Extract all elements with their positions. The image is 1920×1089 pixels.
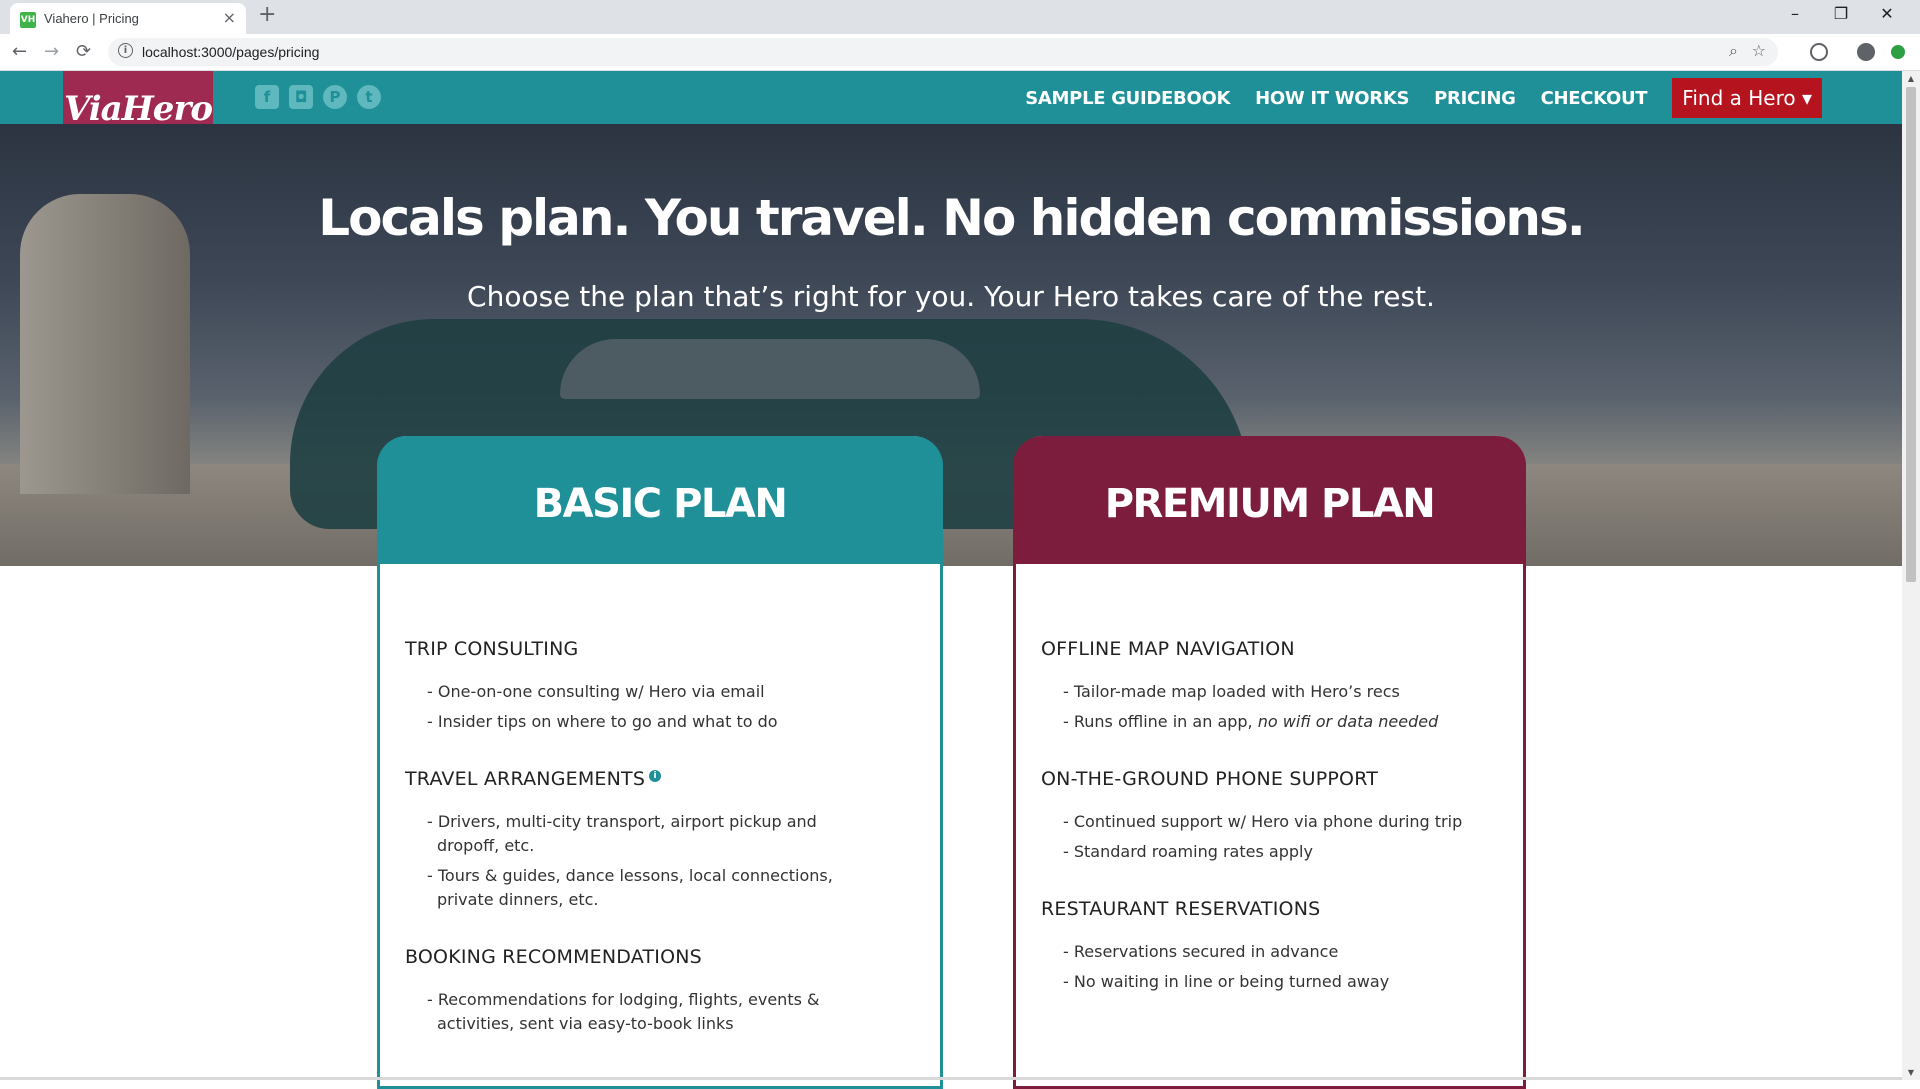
minimize-button[interactable]: – (1772, 0, 1818, 30)
restore-button[interactable]: ❐ (1818, 0, 1864, 30)
feature-item: - Drivers, multi-city transport, airport… (427, 812, 817, 855)
feature-item: - Runs offline in an app, no wifi or dat… (1063, 710, 1493, 734)
info-icon[interactable]: i (649, 769, 662, 782)
zoom-icon[interactable]: ⌕ (1729, 41, 1738, 61)
feature-booking-recommendations: BOOKING RECOMMENDATIONS - Recommendation… (405, 946, 915, 1036)
page-scrollbar[interactable]: ▲ ▼ (1902, 71, 1920, 1080)
feature-travel-arrangements: TRAVEL ARRANGEMENTS i - Drivers, multi-ci… (405, 768, 915, 912)
feature-title-row: TRAVEL ARRANGEMENTS i (405, 768, 915, 790)
hero-banner: Locals plan. You travel. No hidden commi… (0, 124, 1902, 566)
social-links: f ◘ P t (255, 85, 381, 109)
nav-pricing[interactable]: PRICING (1434, 88, 1516, 109)
scroll-thumb[interactable] (1906, 87, 1916, 582)
basic-plan-title: BASIC PLAN (377, 436, 943, 564)
premium-plan-card: PREMIUM PLAN OFFLINE MAP NAVIGATION - Ta… (1013, 436, 1526, 1089)
find-a-hero-button[interactable]: Find a Hero ▾ (1672, 78, 1822, 118)
feature-item: - Insider tips on where to go and what t… (427, 712, 778, 731)
feature-item: - Recommendations for lodging, flights, … (427, 990, 820, 1033)
nav-how-it-works[interactable]: HOW IT WORKS (1255, 88, 1409, 109)
tab-title: Viahero | Pricing (44, 11, 139, 26)
feature-trip-consulting: TRIP CONSULTING - One-on-one consulting … (405, 638, 915, 734)
twitter-icon[interactable]: t (357, 85, 381, 109)
main-nav: SAMPLE GUIDEBOOK HOW IT WORKS PRICING CH… (1000, 78, 1822, 118)
pinterest-icon[interactable]: P (323, 85, 347, 109)
feature-title: TRIP CONSULTING (405, 638, 579, 660)
feature-phone-support: ON-THE-GROUND PHONE SUPPORT - Continued … (1041, 768, 1498, 864)
window-controls: – ❐ ✕ (1772, 0, 1910, 30)
feature-title: OFFLINE MAP NAVIGATION (1041, 638, 1295, 660)
feature-item: - Standard roaming rates apply (1063, 842, 1313, 861)
feature-item-emphasis: no wifi or data needed (1257, 712, 1439, 731)
extension-icon[interactable] (1810, 43, 1828, 61)
address-bar[interactable]: i localhost:3000/pages/pricing ⌕ ☆ (108, 38, 1778, 66)
nav-checkout[interactable]: CHECKOUT (1541, 88, 1648, 109)
feature-restaurant-reservations: RESTAURANT RESERVATIONS - Reservations s… (1041, 898, 1498, 994)
feature-title: BOOKING RECOMMENDATIONS (405, 946, 702, 968)
profile-avatar-icon[interactable] (1857, 43, 1875, 61)
forward-button[interactable]: → (44, 41, 59, 62)
feature-item: - Tailor-made map loaded with Hero’s rec… (1063, 682, 1400, 701)
tab-close-icon[interactable]: × (223, 8, 236, 27)
feature-item: - Continued support w/ Hero via phone du… (1063, 812, 1463, 831)
feature-offline-map-navigation: OFFLINE MAP NAVIGATION - Tailor-made map… (1041, 638, 1498, 734)
premium-plan-features: OFFLINE MAP NAVIGATION - Tailor-made map… (1041, 638, 1498, 1028)
basic-plan-features: TRIP CONSULTING - One-on-one consulting … (405, 638, 915, 1070)
feature-item-text: - Runs offline in an app, (1063, 712, 1258, 731)
hero-title: Locals plan. You travel. No hidden commi… (318, 189, 1585, 247)
bookmark-star-icon[interactable]: ☆ (1752, 41, 1766, 60)
scroll-up-arrow-icon[interactable]: ▲ (1902, 74, 1920, 83)
update-icon[interactable] (1891, 45, 1905, 59)
reload-button[interactable]: ⟳ (76, 41, 91, 62)
hero-subtitle: Choose the plan that’s right for you. Yo… (467, 280, 1435, 313)
browser-tab[interactable]: VH Viahero | Pricing × (10, 3, 246, 34)
instagram-icon[interactable]: ◘ (289, 85, 313, 109)
new-tab-button[interactable]: + (258, 2, 276, 27)
browser-toolbar: ← → ⟳ i localhost:3000/pages/pricing ⌕ ☆ (0, 34, 1920, 71)
url-text[interactable]: localhost:3000/pages/pricing (142, 44, 319, 60)
premium-plan-title: PREMIUM PLAN (1013, 436, 1526, 564)
favicon-icon: VH (20, 12, 36, 28)
close-window-button[interactable]: ✕ (1864, 0, 1910, 30)
browser-tab-bar: VH Viahero | Pricing × + – ❐ ✕ (0, 0, 1920, 34)
nav-sample-guidebook[interactable]: SAMPLE GUIDEBOOK (1025, 88, 1230, 109)
feature-item: - No waiting in line or being turned awa… (1063, 972, 1390, 991)
feature-title: RESTAURANT RESERVATIONS (1041, 898, 1321, 920)
back-button[interactable]: ← (12, 41, 27, 62)
scroll-down-arrow-icon[interactable]: ▼ (1902, 1068, 1920, 1077)
facebook-icon[interactable]: f (255, 85, 279, 109)
feature-item: - Reservations secured in advance (1063, 942, 1339, 961)
hero-background-car-window (560, 339, 980, 399)
feature-title: TRAVEL ARRANGEMENTS (405, 768, 646, 790)
site-header: ViaHero f ◘ P t SAMPLE GUIDEBOOK HOW IT … (0, 71, 1902, 148)
basic-plan-card: BASIC PLAN TRIP CONSULTING - One-on-one … (377, 436, 943, 1089)
feature-item: - Tours & guides, dance lessons, local c… (427, 866, 833, 909)
site-info-icon[interactable]: i (118, 43, 133, 58)
feature-item: - One-on-one consulting w/ Hero via emai… (427, 682, 765, 701)
feature-title: ON-THE-GROUND PHONE SUPPORT (1041, 768, 1379, 790)
